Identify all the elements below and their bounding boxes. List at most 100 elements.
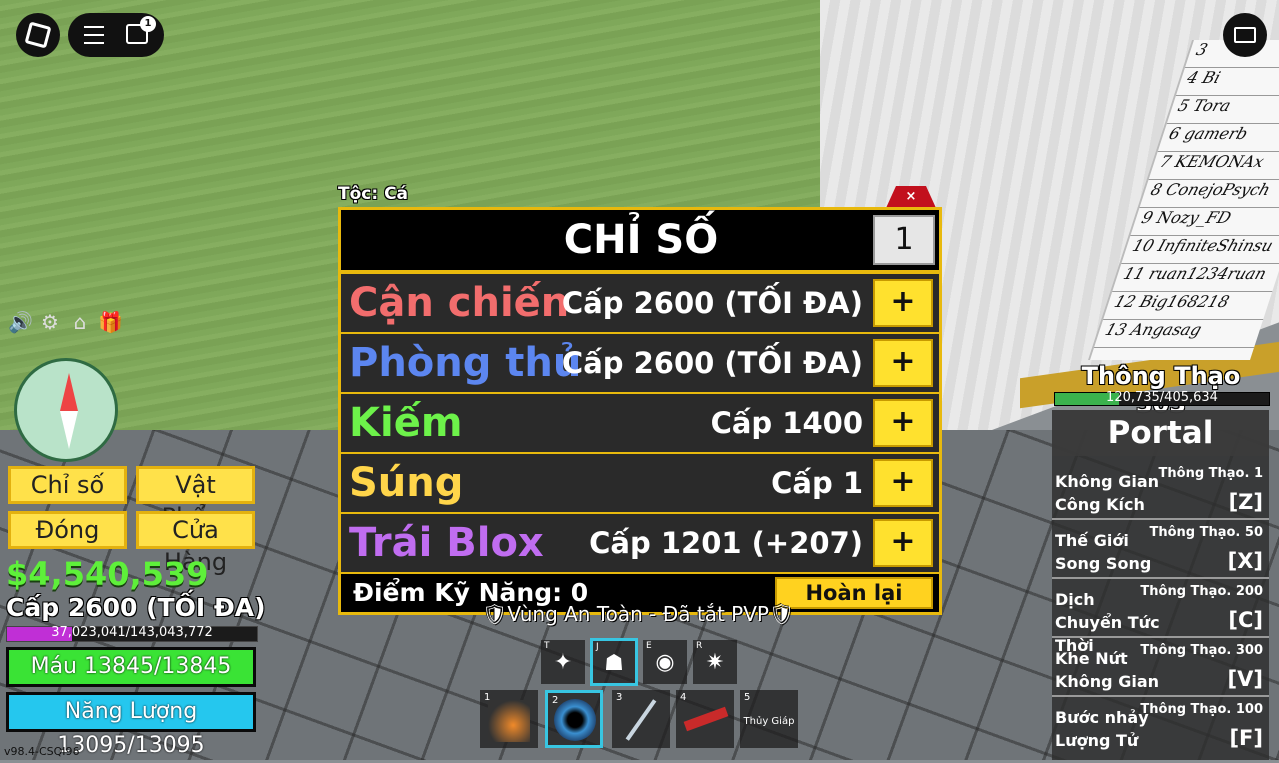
leaderboard-row: 9 Nozy_FD: [1130, 208, 1279, 236]
hotbar-slot-2[interactable]: 2: [545, 690, 603, 748]
leaderboard-row: 7 KEMONAx: [1148, 152, 1279, 180]
stat-value: Cấp 2600 (TỐI ĐA): [561, 286, 863, 320]
skill-x[interactable]: Thế Giới Song Song Thông Thạo. 50 [X]: [1052, 523, 1269, 579]
skill-requirement: Thông Thạo. 200: [1140, 584, 1263, 599]
leaderboard-row: 8 ConejoPsych: [1139, 180, 1279, 208]
skill-requirement: Thông Thạo. 100: [1140, 702, 1263, 717]
add-defense-button[interactable]: +: [873, 339, 933, 387]
fighting-style-icon: [488, 700, 530, 742]
stat-name: Súng: [349, 460, 464, 506]
skill-key: [V]: [1227, 667, 1263, 691]
stat-name: Cận chiến: [349, 280, 570, 326]
skill-f[interactable]: Bước nhảy Lượng Tử Thông Thạo. 100 [F]: [1052, 700, 1269, 756]
skill-requirement: Thông Thạo. 1: [1158, 466, 1263, 481]
fruit-title: Portal: [1052, 410, 1269, 456]
add-gun-button[interactable]: +: [873, 459, 933, 507]
stats-title: CHỈ SỐ: [563, 217, 719, 263]
gift-icon[interactable]: 🎁: [98, 310, 123, 334]
skill-c[interactable]: Dịch Chuyển Tức Thời Thông Thạo. 200 [C]: [1052, 582, 1269, 655]
slot-number: 3: [616, 692, 623, 703]
inventory-toggle-button[interactable]: [1223, 13, 1267, 57]
sword-icon: [625, 699, 657, 741]
portal-fruit-icon: [554, 699, 596, 741]
speaker-icon[interactable]: 🔊: [8, 310, 33, 334]
window-icon: [1234, 27, 1256, 43]
skill-key: [X]: [1227, 549, 1263, 573]
stat-row-blox-fruit: Trái Blox Cấp 1201 (+207) +: [341, 514, 939, 572]
compass: [14, 358, 118, 462]
gun-icon: [683, 706, 729, 732]
add-melee-button[interactable]: +: [873, 279, 933, 327]
home-icon[interactable]: ⌂: [68, 310, 92, 334]
roblox-logo-icon: [24, 21, 52, 49]
leaderboard-row: 13 Angasag: [1093, 320, 1264, 348]
stats-panel: CHỈ SỐ 1 Cận chiến Cấp 2600 (TỐI ĐA) + P…: [338, 207, 942, 615]
hotkey-j[interactable]: J ☗: [590, 638, 638, 686]
add-blox-fruit-button[interactable]: +: [873, 519, 933, 567]
stat-value: Cấp 1201 (+207): [589, 526, 863, 560]
energy-bar: Năng Lượng 13095/13095: [6, 692, 256, 758]
hotkey-r[interactable]: R ✷: [693, 640, 737, 684]
hotbar-slot-1[interactable]: 1: [480, 690, 538, 748]
skill-panel: Portal Không Gian Công Kích Thông Thạo. …: [1052, 410, 1269, 760]
money-display: $4,540,539: [6, 555, 209, 593]
stat-row-sword: Kiếm Cấp 1400 +: [341, 394, 939, 452]
stat-row-gun: Súng Cấp 1 +: [341, 454, 939, 512]
skill-requirement: Thông Thạo. 50: [1149, 525, 1263, 540]
gear-icon[interactable]: ⚙: [38, 310, 62, 334]
stat-name: Phòng thủ: [349, 340, 582, 386]
stat-row-defense: Phòng thủ Cấp 2600 (TỐI ĐA) +: [341, 334, 939, 392]
stat-name: Kiếm: [349, 400, 463, 446]
top-controls-pill: 1: [68, 13, 164, 57]
skill-z[interactable]: Không Gian Công Kích Thông Thạo. 1 [Z]: [1052, 464, 1269, 520]
reset-stats-button[interactable]: Hoàn lại: [775, 577, 933, 609]
quick-icons: 🔊 ⚙ ⌂ 🎁: [8, 310, 123, 334]
health-bar: Máu 13845/13845: [6, 647, 256, 687]
stat-value: Cấp 2600 (TỐI ĐA): [561, 346, 863, 380]
hotbar-slot-5[interactable]: 5 Thủy Giáp: [740, 690, 798, 748]
stats-button[interactable]: Chỉ số: [8, 466, 127, 504]
add-sword-button[interactable]: +: [873, 399, 933, 447]
zone-label: 🛡Vùng An Toàn - Đã tắt PVP🛡: [482, 602, 795, 626]
shop-button[interactable]: Cửa Hàng: [136, 511, 255, 576]
leaderboard-row: 12 Big168218: [1103, 292, 1273, 320]
chat-badge: 1: [140, 16, 156, 32]
hamburger-menu-icon[interactable]: [84, 26, 104, 44]
hotkey-e[interactable]: E ◉: [643, 640, 687, 684]
slot-number: 2: [552, 695, 559, 706]
hotbar-slot-3[interactable]: 3: [612, 690, 670, 748]
stat-row-melee: Cận chiến Cấp 2600 (TỐI ĐA) +: [341, 274, 939, 332]
stat-value: Cấp 1400: [710, 406, 863, 440]
leaderboard-row: 5 Tora: [1166, 96, 1279, 124]
eye-icon: ◉: [655, 650, 675, 675]
leaderboard-row: 6 gamerb: [1157, 124, 1279, 152]
race-label: Tộc: Cá: [338, 184, 409, 204]
stat-value: Cấp 1: [771, 466, 863, 500]
ability-icon: ✦: [553, 650, 573, 675]
skill-key: [F]: [1229, 726, 1263, 750]
health-text: Máu 13845/13845: [30, 654, 232, 679]
xp-bar: 37,023,041/143,043,772: [6, 625, 258, 642]
hotbar-slot-4[interactable]: 4: [676, 690, 734, 748]
ability-icon: ☗: [604, 651, 624, 676]
hotkey-t[interactable]: T ✦: [541, 640, 585, 684]
roblox-menu-button[interactable]: [16, 13, 60, 57]
leaderboard-row: 10 InfiniteShinsu: [1121, 236, 1279, 264]
leaderboard-row: 4 Bi: [1175, 68, 1279, 96]
level-display: Cấp 2600 (TỐI ĐA): [6, 593, 266, 622]
energy-text: Năng Lượng 13095/13095: [57, 699, 205, 758]
skill-v[interactable]: Khe Nứt Không Gian Thông Thạo. 300 [V]: [1052, 641, 1269, 697]
skill-requirement: Thông Thạo. 300: [1140, 643, 1263, 658]
points-input[interactable]: 1: [873, 215, 935, 265]
leaderboard-row: 11 ruan1234ruan: [1112, 264, 1279, 292]
close-button[interactable]: Đóng: [8, 511, 127, 549]
slot-number: 4: [680, 692, 687, 703]
skill-name: Không Gian Công Kích: [1055, 472, 1159, 514]
skill-key: [C]: [1228, 608, 1263, 632]
slot-label: Thủy Giáp: [743, 716, 795, 727]
stats-header: CHỈ SỐ 1: [341, 210, 939, 270]
items-button[interactable]: Vật Phẩm: [136, 466, 255, 531]
skill-key: [Z]: [1228, 490, 1263, 514]
mastery-text: 120,735/405,634: [1106, 390, 1218, 405]
stat-name: Trái Blox: [349, 520, 544, 566]
